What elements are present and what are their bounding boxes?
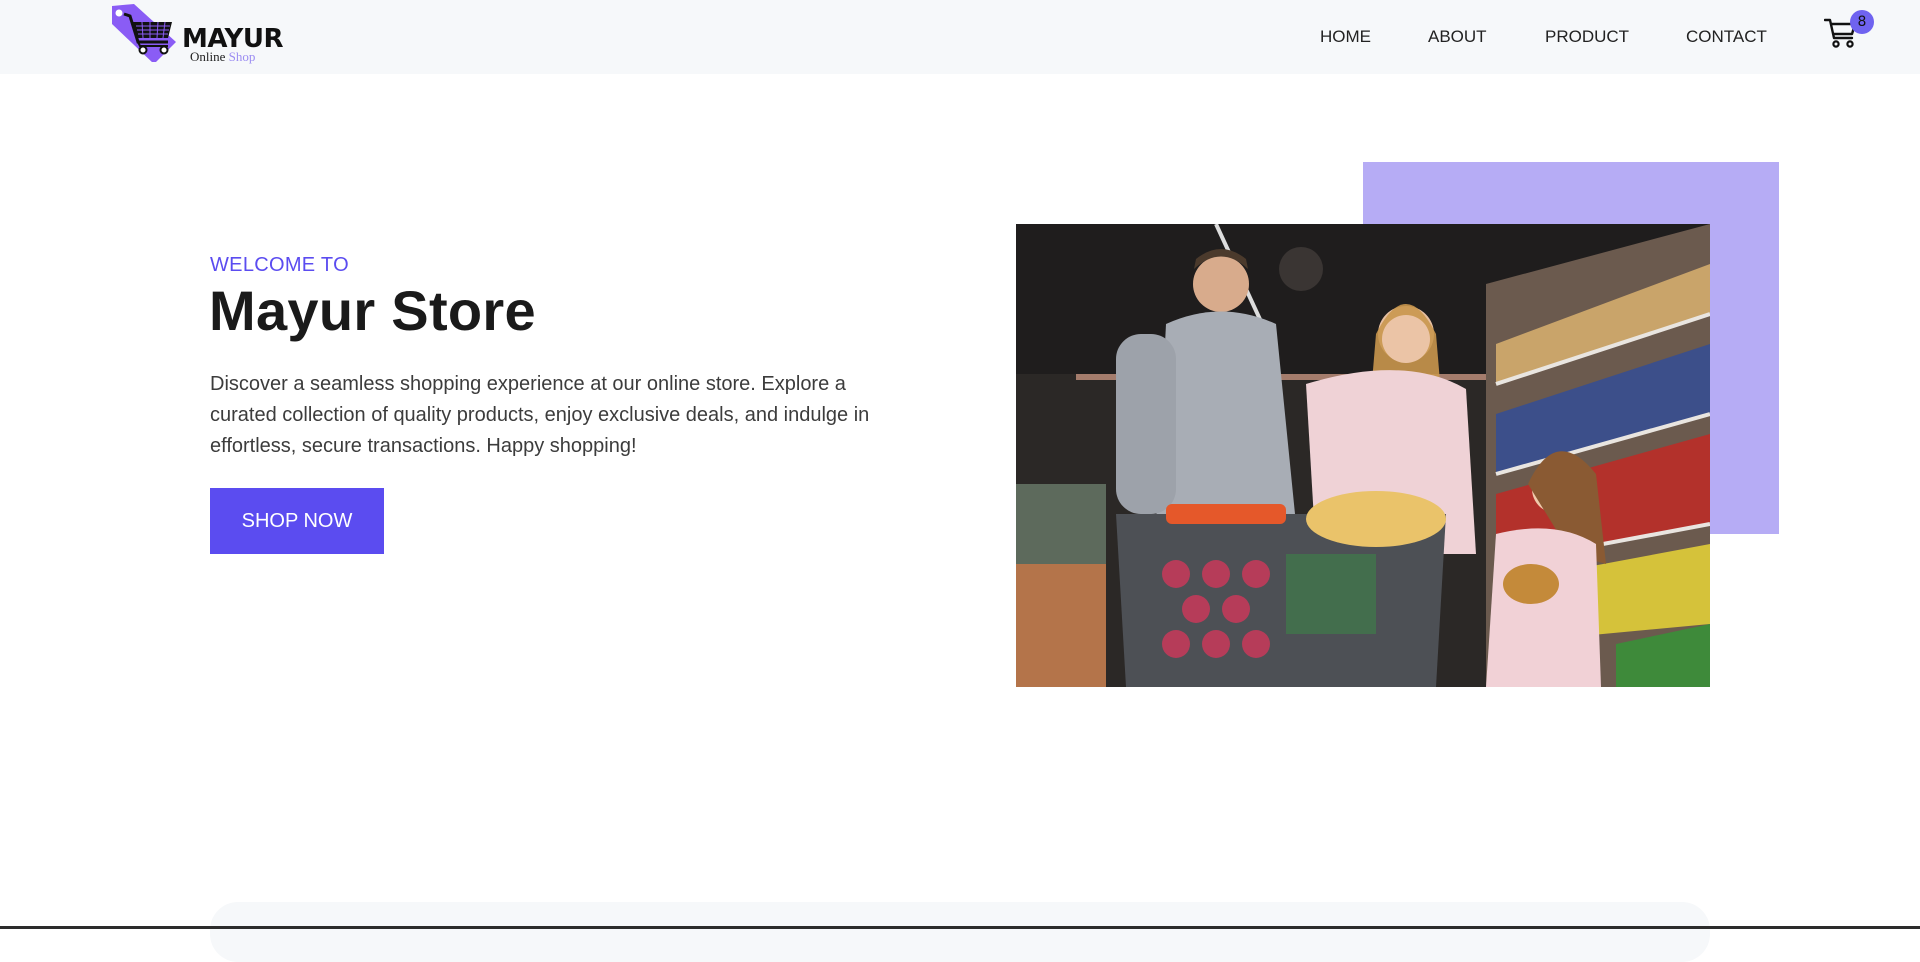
shop-now-button[interactable]: SHOP NOW	[210, 488, 384, 554]
welcome-text: WELCOME TO	[210, 254, 349, 276]
nav-home-link[interactable]: HOME	[1320, 27, 1371, 47]
logo-subtitle: Online Shop	[190, 49, 255, 65]
nav-contact-link[interactable]: CONTACT	[1686, 27, 1767, 47]
main-nav: HOME ABOUT PRODUCT CONTACT	[0, 27, 1920, 49]
hero-description: Discover a seamless shopping experience …	[210, 373, 870, 457]
logo-subtitle-online: Online	[190, 49, 226, 64]
logo-subtitle-shop: Shop	[228, 49, 256, 64]
next-section-card	[210, 902, 1710, 962]
cart-count-badge: 8	[1850, 10, 1874, 34]
cart-button[interactable]: 8	[1823, 10, 1874, 52]
nav-product-link[interactable]: PRODUCT	[1545, 27, 1629, 47]
nav-about-link[interactable]: ABOUT	[1428, 27, 1487, 47]
family-shopping-photo	[1016, 224, 1710, 687]
hero-photo-illustration	[1016, 224, 1710, 687]
page-title: Mayur Store	[209, 279, 536, 342]
site-header: MAYUR Online Shop HOME ABOUT PRODUCT CON…	[0, 0, 1920, 74]
